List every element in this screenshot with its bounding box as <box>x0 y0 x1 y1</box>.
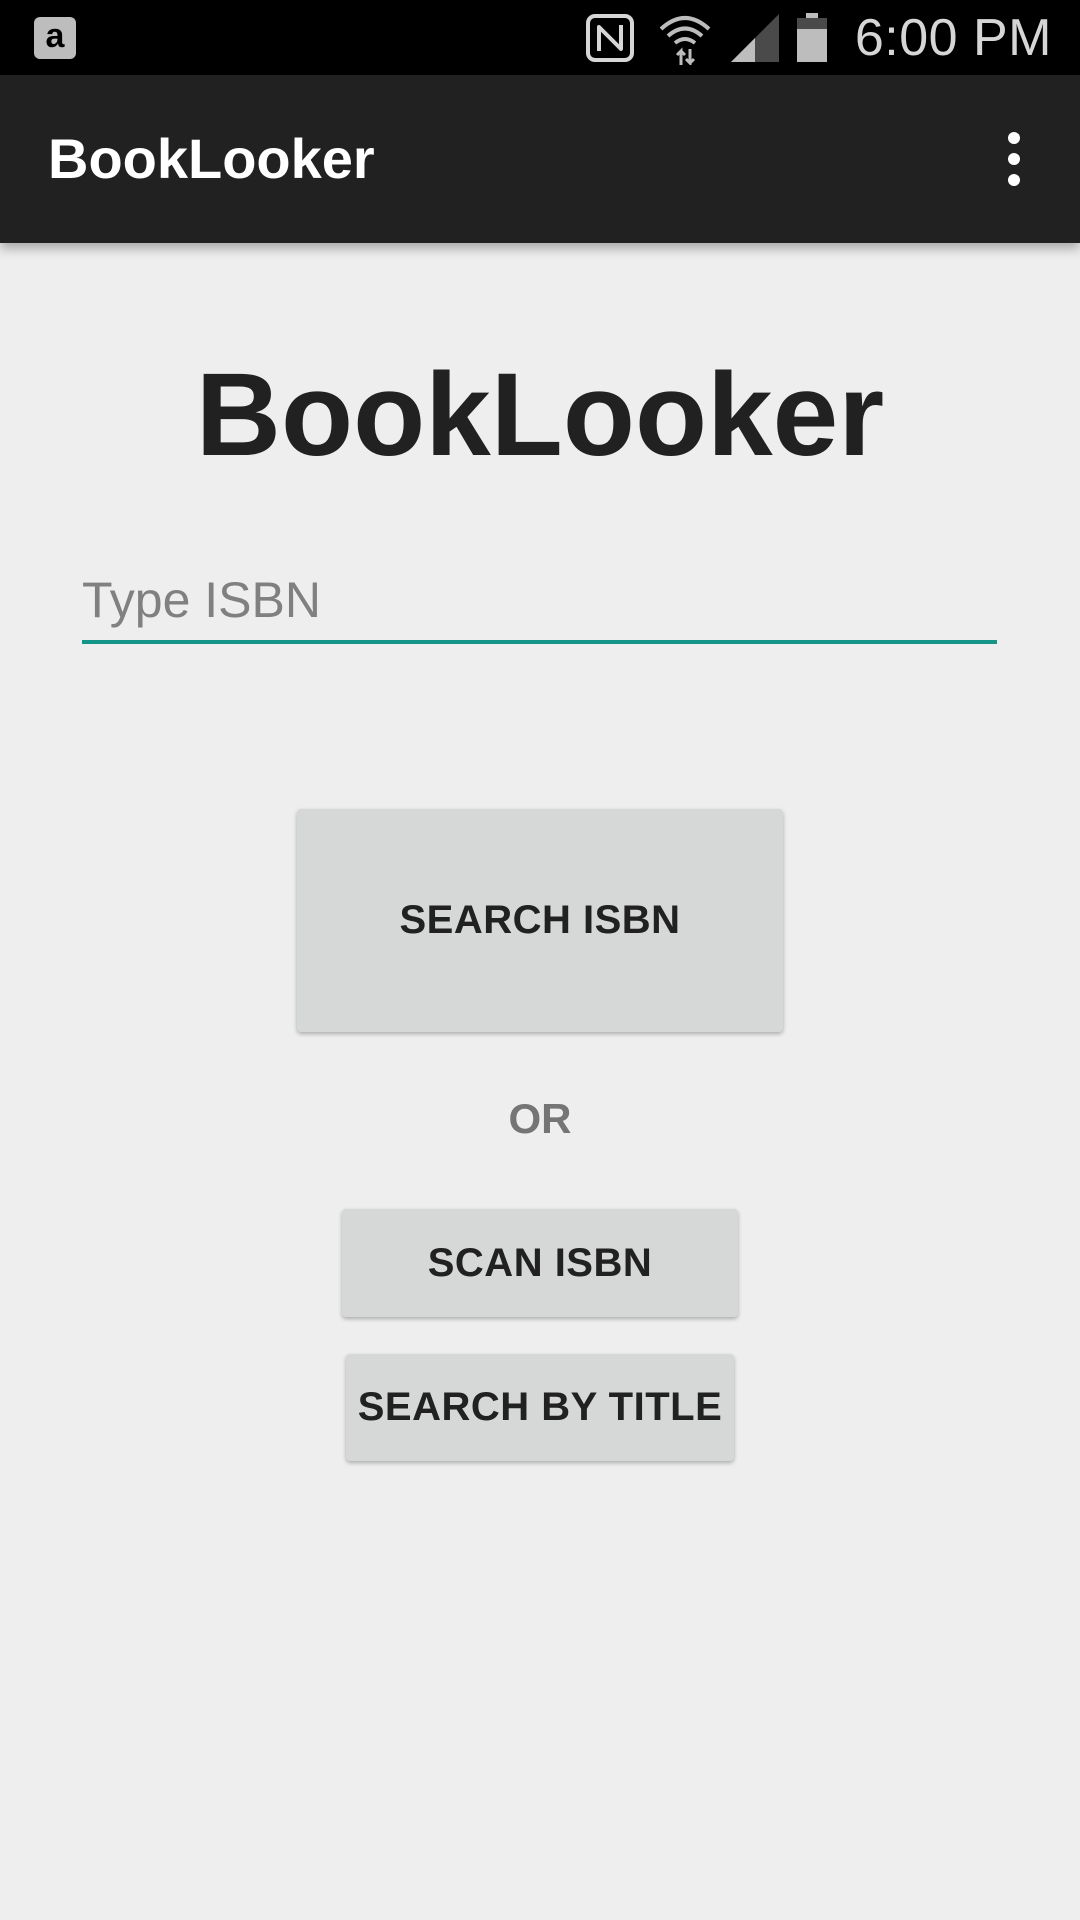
amazon-icon: a <box>34 17 76 59</box>
isbn-input[interactable] <box>82 560 997 644</box>
overflow-dot <box>1008 153 1020 165</box>
or-label: OR <box>508 1095 572 1142</box>
nfc-icon <box>585 13 634 62</box>
app-bar: BookLooker <box>0 75 1080 243</box>
battery-icon <box>796 12 827 62</box>
status-time: 6:00 PM <box>854 8 1052 67</box>
overflow-dot <box>1008 132 1020 144</box>
page-title: BookLooker <box>195 349 885 481</box>
status-bar: a 6:00 PM <box>0 0 1080 75</box>
overflow-dot <box>1008 174 1020 186</box>
overflow-menu-icon[interactable] <box>978 123 1050 195</box>
search-isbn-button[interactable]: SEARCH ISBN <box>297 809 783 1032</box>
status-icons: 6:00 PM <box>585 0 1080 75</box>
app-bar-title: BookLooker <box>48 127 375 190</box>
search-by-title-button[interactable]: SEARCH BY TITLE <box>346 1354 734 1461</box>
wifi-icon <box>659 15 711 65</box>
scan-isbn-button[interactable]: SCAN ISBN <box>342 1209 738 1317</box>
signal-icon <box>730 13 779 62</box>
